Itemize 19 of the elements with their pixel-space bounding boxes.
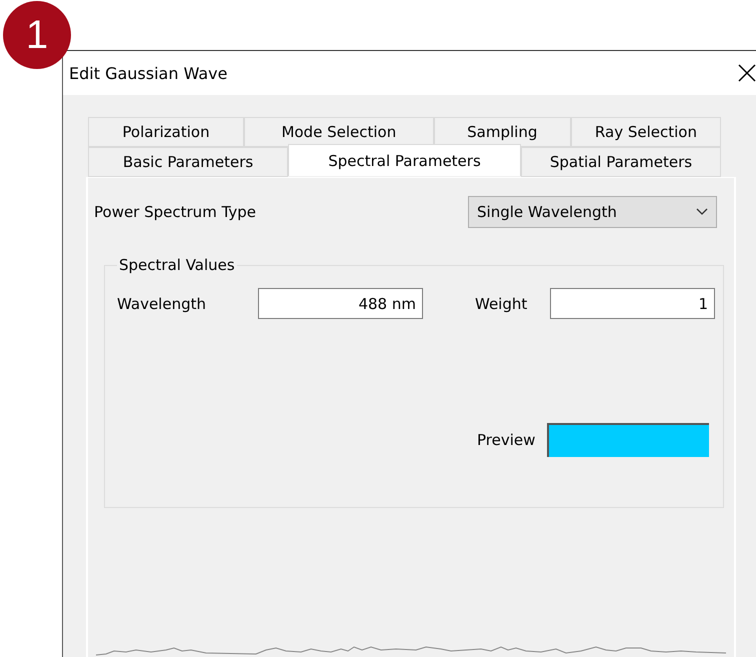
- tab[interactable]: Polarization: [88, 117, 244, 147]
- input-field[interactable]: 488 nm: [258, 288, 423, 319]
- field-label: Wavelength: [117, 294, 207, 312]
- chevron-icon: [696, 208, 708, 216]
- number-badge: 1: [3, 1, 71, 69]
- input-field[interactable]: 1: [550, 288, 715, 319]
- tab[interactable]: Spatial Parameters: [520, 147, 722, 177]
- group-title: Spectral Values: [118, 256, 236, 274]
- dropdown[interactable]: Single Wavelength: [468, 196, 717, 228]
- tab[interactable]: Ray Selection: [570, 117, 721, 147]
- tab[interactable]: Basic Parameters: [88, 147, 288, 177]
- tab[interactable]: Spectral Parameters: [288, 144, 521, 176]
- tab[interactable]: Mode Selection: [244, 117, 434, 147]
- tab[interactable]: Sampling: [434, 117, 571, 147]
- close-icon[interactable]: [738, 64, 756, 82]
- field-label: Power Spectrum Type: [94, 203, 256, 221]
- field-label: Preview: [477, 431, 536, 449]
- window-title: Edit Gaussian Wave: [69, 64, 228, 82]
- field-label: Weight: [475, 294, 528, 312]
